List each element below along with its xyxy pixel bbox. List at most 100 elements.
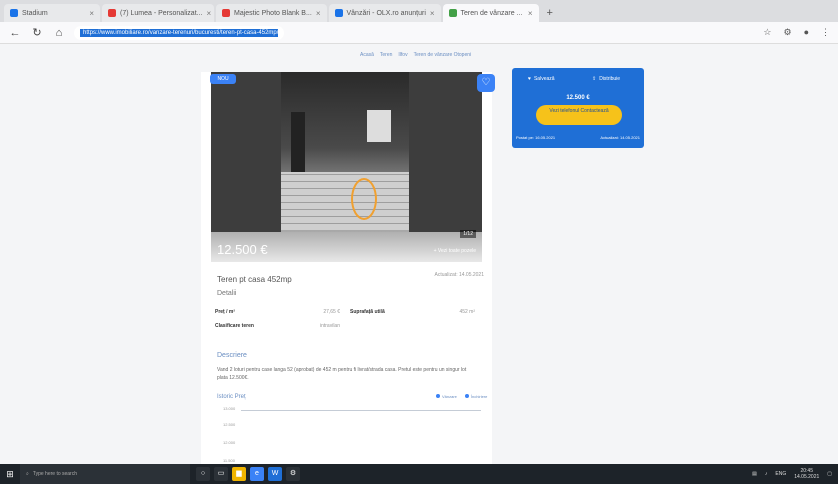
system-tray: ▤ ♪ ENG 20:45 14.05.2021 ▢ [752,468,838,480]
tab-label: (7) Lumea - Personalizat... [120,9,203,17]
spec-row: Preț / m² 27,65 € Suprafață utilă 452 m² [215,309,485,315]
close-icon[interactable]: × [89,9,94,18]
file-explorer-icon[interactable]: ▭ [214,467,228,481]
spec-label: Suprafață utilă [350,309,385,315]
contact-panel: ♥ Salvează ⇪ Distribuie 12.500 € Vezi te… [512,68,644,148]
save-label: Salvează [533,76,555,82]
legend-item[interactable]: Închiriere [464,394,488,399]
edge-icon[interactable]: e [250,467,264,481]
chart-legend: Vânzare Închiriere [436,394,487,399]
site-favicon-icon [334,9,343,17]
taskbar-clock[interactable]: 20:45 14.05.2021 [794,468,819,480]
legend-dot-icon [436,394,440,398]
spec-value: 452 m² [459,309,475,315]
browser-tab[interactable]: Stadium × [4,4,100,22]
close-icon[interactable]: × [206,9,211,18]
taskbar-apps: ○ ▭ ▆ e W ⚙ [196,467,300,481]
volume-icon[interactable]: ♪ [765,471,768,477]
tab-label: Vânzări - OLX.ro anunțuri [346,9,426,17]
photo-bricks [281,172,409,230]
price-overlay: 12.500 € [217,242,268,257]
site-favicon-icon [108,9,116,17]
listing-photo[interactable]: 12.500 € 1/12 + Vezi toate pozele [211,72,482,262]
close-icon[interactable]: × [430,9,435,18]
site-favicon-icon [10,9,18,17]
highlight-circle [351,178,377,220]
taskbar-search[interactable]: ⌕ Type here to search [20,464,190,484]
reload-icon[interactable]: ↻ [30,26,44,39]
y-tick: 12.000 [223,440,236,445]
heart-icon: ♥ [528,76,531,82]
toolbar-extensions: ☆ ⚙ ● ⋮ [763,27,830,38]
breadcrumb-item[interactable]: Acasă [360,52,374,58]
menu-icon[interactable]: ⋮ [821,27,830,38]
spec-row: Clasificare teren intravilan [215,323,485,329]
spec-value: 27,65 € [323,309,340,315]
settings-gear-icon[interactable]: ⚙ [286,467,300,481]
browser-tab-strip: Stadium × (7) Lumea - Personalizat... × … [0,0,838,22]
spec-table: Preț / m² 27,65 € Suprafață utilă 452 m²… [215,309,485,337]
language-indicator[interactable]: ENG [775,471,786,477]
network-icon[interactable]: ▤ [752,471,757,477]
breadcrumb-item[interactable]: Teren [380,52,393,58]
sidebar-price: 12.500 € [566,95,590,101]
save-button[interactable]: ♥ Salvează [528,76,555,82]
search-placeholder: Type here to search [32,471,78,477]
url-text[interactable]: https://www.imobiliare.ro/vanzare-terenu… [80,28,278,37]
tab-label: Stadium [22,9,48,17]
price-history-heading: Istoric Preț [217,394,246,400]
spec-cell: Preț / m² 27,65 € [215,309,350,315]
y-tick: 12.500 [223,422,236,427]
share-button[interactable]: ⇪ Distribuie [592,76,620,82]
spec-value: intravilan [319,323,340,329]
legend-item[interactable]: Vânzare [436,394,457,399]
new-tab-button[interactable]: + [541,4,559,22]
spec-label: Preț / m² [215,309,236,315]
browser-tab[interactable]: Vânzări - OLX.ro anunțuri × [328,4,441,22]
task-view-icon[interactable]: ○ [196,467,210,481]
listing-title: Teren pt casa 452mp [217,275,292,284]
view-all-photos-link[interactable]: + Vezi toate pozele [434,248,476,254]
address-bar[interactable]: https://www.imobiliare.ro/vanzare-terenu… [74,25,284,40]
windows-start-icon[interactable]: ⊞ [0,464,20,484]
browser-tab[interactable]: Majestic Photo Blank B... × [216,4,327,22]
spec-cell: Suprafață utilă 452 m² [350,309,485,315]
extensions-icon[interactable]: ⚙ [783,27,791,38]
tab-label: Teren de vânzare ... [460,9,523,17]
home-icon[interactable]: ⌂ [52,27,66,39]
legend-label: Vânzare [442,394,457,399]
share-icon: ⇪ [592,76,597,82]
web-page: Acasă Teren Ilfov Teren de vânzare Otope… [0,44,838,468]
close-icon[interactable]: × [316,9,321,18]
search-icon: ⌕ [26,471,29,477]
favorite-heart-icon[interactable]: ♡ [477,74,495,92]
folder-icon[interactable]: ▆ [232,467,246,481]
site-favicon-icon [448,9,457,17]
back-arrow-icon[interactable]: ← [8,27,22,39]
word-icon[interactable]: W [268,467,282,481]
description-text: Vand 2 loturi pentru case langa 52 (apro… [217,367,467,381]
site-favicon-icon [222,9,230,17]
bookmark-star-icon[interactable]: ☆ [763,27,771,38]
contact-button[interactable]: Vezi telefonul Contactează [536,105,622,125]
breadcrumb-item[interactable]: Ilfov [398,52,407,58]
browser-toolbar: ← ↻ ⌂ https://www.imobiliare.ro/vanzare-… [0,22,838,44]
breadcrumb-item[interactable]: Teren de vânzare Otopeni [414,52,472,58]
y-tick: 13.000 [223,406,236,411]
profile-icon[interactable]: ● [804,27,809,38]
listing-card: 12.500 € 1/12 + Vezi toate pozele NOU ♡ … [201,72,495,468]
close-icon[interactable]: × [528,9,533,18]
y-tick: 11.500 [223,458,235,463]
share-label: Distribuie [599,76,621,82]
photo-counter: 1/12 [460,230,476,238]
breadcrumb: Acasă Teren Ilfov Teren de vânzare Otope… [360,52,471,58]
os-taskbar: ⊞ ⌕ Type here to search ○ ▭ ▆ e W ⚙ ▤ ♪ … [0,464,838,484]
notification-icon[interactable]: ▢ [827,471,832,477]
browser-tab-active[interactable]: Teren de vânzare ... × [442,4,539,22]
legend-label: Închiriere [470,394,488,399]
posted-date: Actualizat: 14.05.2021 [434,272,484,278]
legend-dot-icon [464,394,469,398]
new-badge: NOU [210,74,236,84]
posted-meta: Postat pe: 16.05.2021 [516,135,556,140]
browser-tab[interactable]: (7) Lumea - Personalizat... × [102,4,214,22]
